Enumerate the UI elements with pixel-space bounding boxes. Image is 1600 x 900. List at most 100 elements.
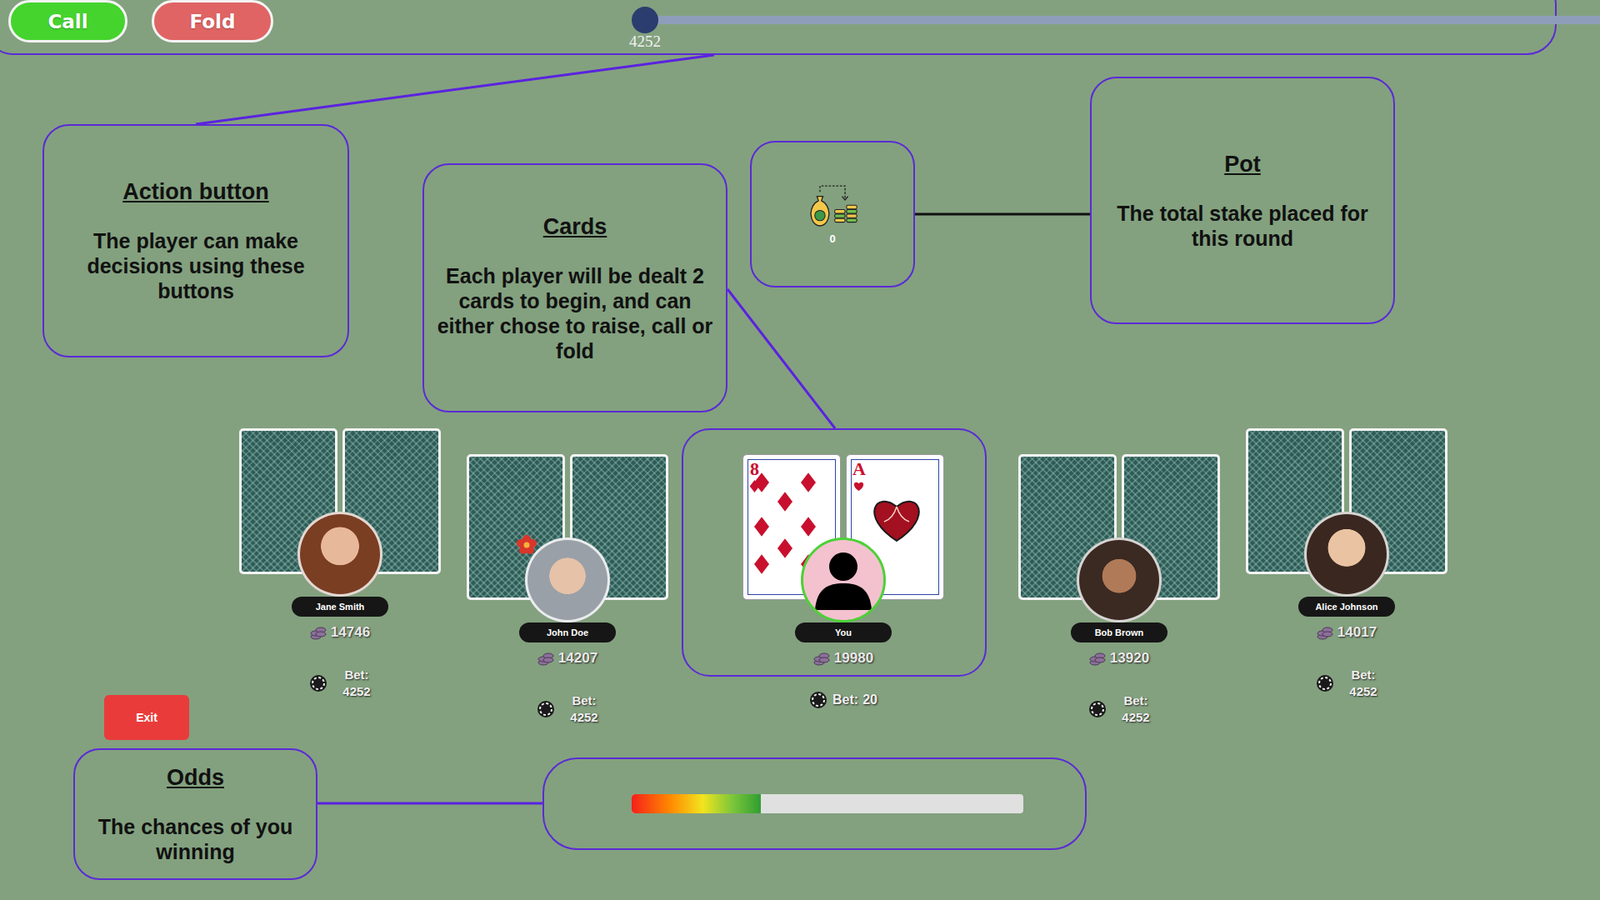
money-bag-icon [806, 182, 859, 231]
callout-title: Pot [1224, 150, 1261, 178]
card-rank: A [852, 460, 866, 479]
odds-track [631, 794, 1024, 814]
chip-amount: 14207 [558, 649, 598, 668]
player-bet: Bet:20 [809, 690, 878, 710]
hand [235, 428, 445, 597]
hand: 8A [739, 454, 948, 623]
diamonds-icon [800, 472, 816, 493]
card-index: A [852, 460, 866, 493]
diamonds-icon [754, 472, 770, 493]
chip-count: 14746 [310, 623, 370, 642]
chip-count: 19980 [813, 649, 874, 668]
bet-amount: Bet:4252 [570, 692, 598, 726]
player-avatar [297, 511, 383, 597]
slider-track[interactable] [645, 15, 1600, 25]
action-bar: Call Fold 4252 [0, 0, 1600, 43]
player-seat: Bob Brown 13920 Bet:4252 [1015, 454, 1224, 726]
pot-amount: 0 [829, 232, 835, 246]
bet-label: Bet: [1123, 692, 1148, 710]
bet-label: Bet: [571, 692, 596, 710]
poker-chip-icon [809, 690, 828, 710]
chip-count: 14017 [1316, 623, 1377, 642]
bet-amount: Bet:20 [832, 691, 878, 709]
player-avatar [1304, 511, 1390, 597]
user-silhouette-icon [803, 540, 884, 620]
player-avatar [525, 537, 610, 623]
bet-label: Bet: [832, 691, 859, 709]
card-rank: 8 [750, 460, 760, 479]
player-bet: Bet:4252 [1088, 692, 1150, 726]
chip-amount: 14746 [330, 623, 370, 642]
hand [1015, 454, 1224, 623]
callout-text: The player can make decisions using thes… [55, 228, 336, 304]
poker-chip-icon [1088, 700, 1107, 719]
button-label: Call [47, 10, 88, 33]
pot: 0 [750, 140, 915, 288]
chips-icon [813, 650, 830, 667]
callout-title: Odds [166, 764, 225, 791]
player-name: You [795, 622, 892, 643]
bet-slider[interactable]: 4252 [645, 0, 1600, 43]
hearts-icon [870, 495, 923, 544]
chip-amount: 13920 [1110, 649, 1150, 668]
odds-meter [542, 757, 1087, 850]
bet-value: 4252 [570, 709, 598, 726]
chip-count: 13920 [1089, 649, 1150, 668]
bet-value: 4252 [342, 683, 370, 700]
callout-text: The total stake placed for this round [1103, 200, 1382, 251]
player-seats: Jane Smith14746Bet:4252John Doe14207Bet:… [219, 428, 1451, 726]
callout-text: Each player will be dealt 2 cards to beg… [435, 263, 715, 364]
chip-amount: 14017 [1337, 623, 1377, 642]
tutorial-callout: Action button The player can make decisio… [42, 124, 350, 358]
chip-count: 14207 [537, 649, 598, 668]
poker-chip-icon [1315, 674, 1335, 693]
slider-reading: 4252 [611, 33, 679, 50]
diamonds-icon [777, 491, 793, 512]
callout-title: Action button [122, 178, 269, 205]
diamonds-icon [777, 538, 793, 559]
slider-knob[interactable] [631, 6, 659, 34]
player-bet: Bet:4252 [309, 666, 370, 700]
player-name: Bob Brown [1070, 622, 1168, 643]
tutorial-callout: Odds The chances of you winning [73, 748, 318, 880]
bet-value: 4252 [1349, 683, 1377, 700]
hand [463, 454, 672, 623]
poker-table: Call Fold 4252 Action button The player can … [0, 0, 1600, 900]
player-name: Jane Smith [291, 596, 389, 617]
bet-label: Bet: [1350, 666, 1375, 684]
call-button[interactable]: Call [8, 0, 128, 43]
player-seat: John Doe 14207 Bet:4252 [463, 454, 672, 726]
bet-label: Bet: [344, 666, 369, 684]
bet-amount: Bet:4252 [1349, 666, 1377, 700]
chips-icon [1089, 650, 1106, 667]
player-seat: 8AYou19980Bet:20 [739, 454, 948, 710]
chip-amount: 19980 [834, 649, 874, 668]
player-bet: Bet:4252 [1315, 666, 1377, 700]
bet-amount: Bet:4252 [342, 666, 370, 700]
chips-icon [537, 650, 555, 667]
button-label: Fold [190, 10, 236, 33]
chips-icon [310, 624, 327, 641]
player-name: John Doe [519, 622, 616, 643]
hearts-icon [853, 480, 865, 493]
callout-title: Cards [543, 213, 608, 240]
fold-button[interactable]: Fold [151, 0, 274, 43]
bet-value: 4252 [1121, 709, 1150, 726]
poker-chip-icon [536, 700, 555, 719]
exit-button[interactable]: Exit [104, 695, 190, 740]
player-seat: Alice Johnson 14017 Bet:4252 [1242, 428, 1451, 700]
tutorial-callout: Pot The total stake placed for this round [1090, 76, 1395, 325]
player-seat: Jane Smith 14746 Bet:4252 [235, 428, 445, 700]
player-name: Alice Johnson [1298, 596, 1395, 617]
diamonds-icon [754, 554, 770, 575]
player-bet: Bet:4252 [536, 692, 598, 726]
chips-icon [1316, 624, 1334, 641]
bet-amount: Bet:4252 [1121, 692, 1150, 726]
exit-label: Exit [135, 710, 158, 725]
odds-fill [631, 794, 761, 814]
callout-text: The chances of you winning [86, 814, 305, 865]
diamonds-icon [754, 516, 770, 537]
dealer-badge-icon [515, 534, 538, 556]
poker-chip-icon [309, 674, 328, 693]
tutorial-callout: Cards Each player will be dealt 2 cards t… [422, 163, 728, 413]
